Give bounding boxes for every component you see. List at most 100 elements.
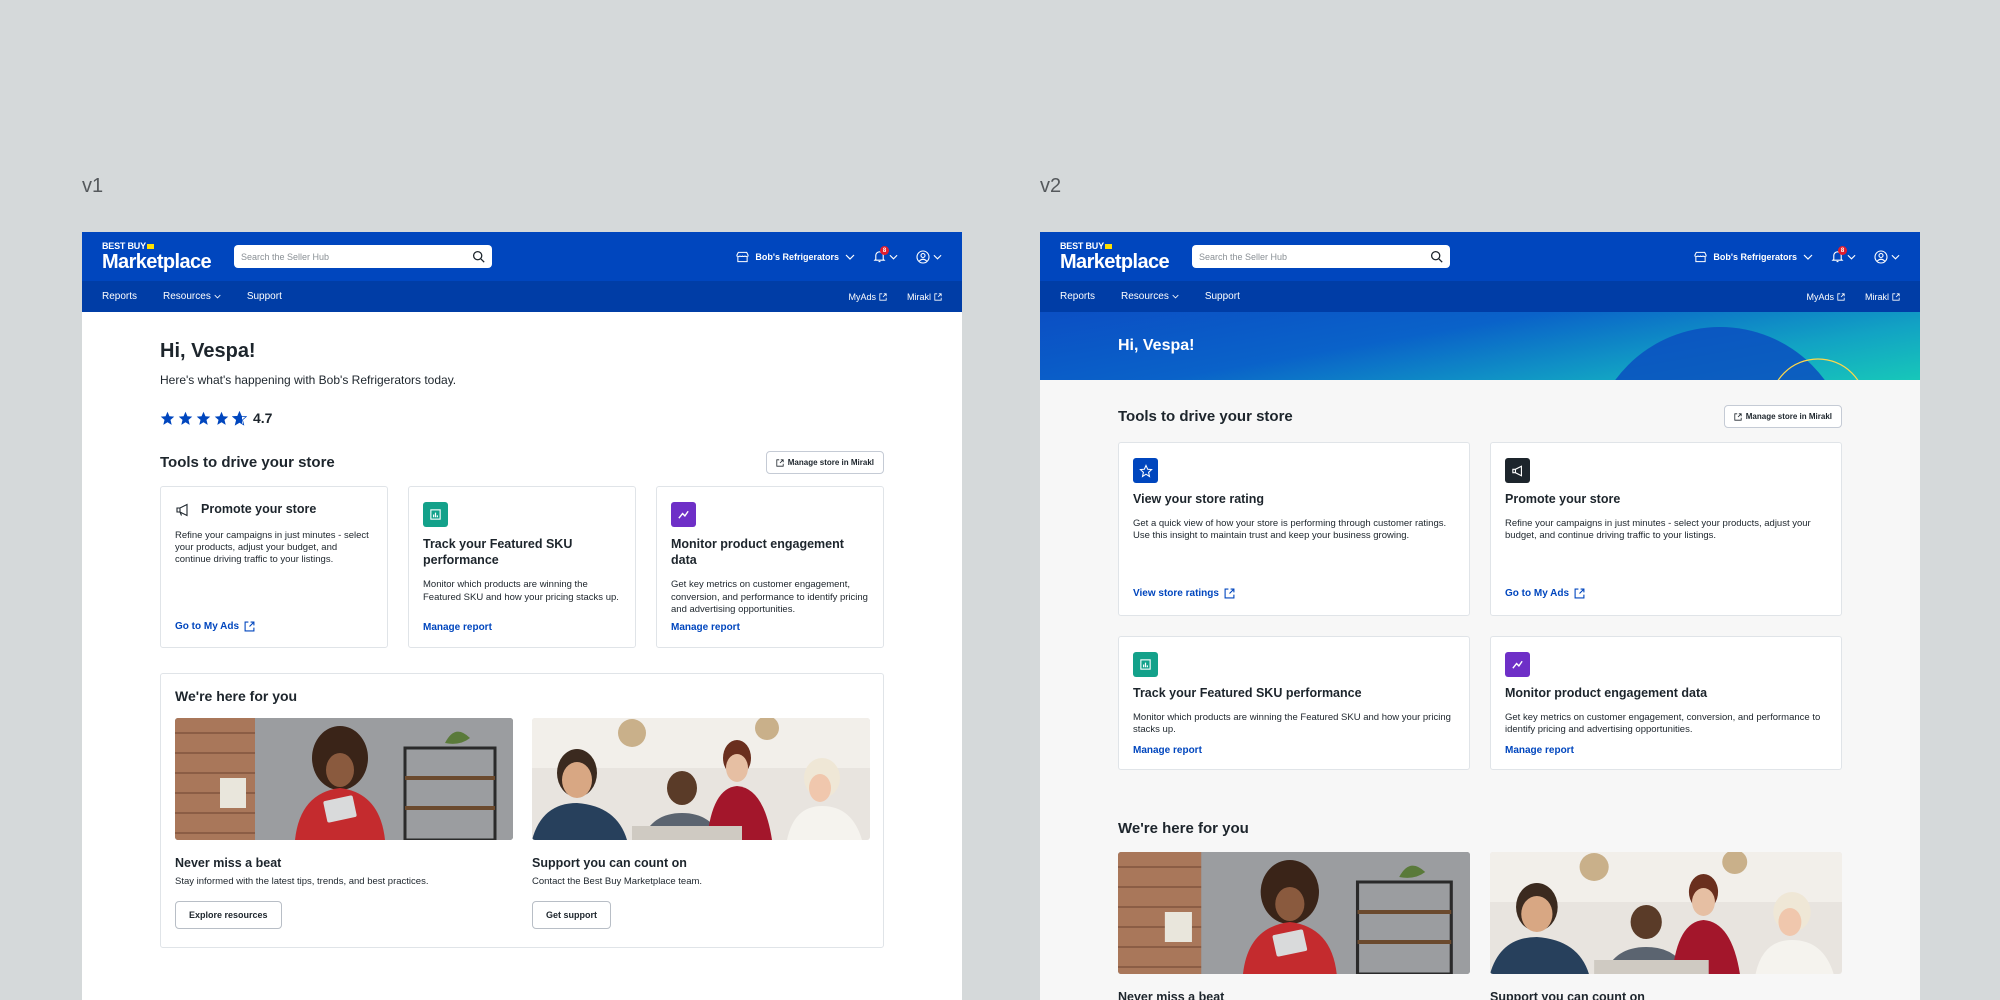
megaphone-icon (1505, 458, 1530, 483)
search-placeholder: Search the Seller Hub (241, 251, 330, 262)
marketplace-logo[interactable]: BEST BUY Marketplace (1060, 241, 1180, 273)
promote-card[interactable]: Promote your store Refine your campaigns… (160, 486, 388, 648)
top-header: BEST BUY Marketplace Search the Seller H… (1040, 232, 1920, 281)
external-link-icon (776, 458, 784, 467)
resources-title: Never miss a beat (1118, 990, 1225, 1000)
bar-chart-icon (1133, 652, 1158, 677)
store-switcher[interactable]: Bob's Refrigerators (1694, 251, 1813, 263)
search-icon[interactable] (1430, 250, 1443, 263)
search-placeholder: Search the Seller Hub (1199, 251, 1288, 262)
account-menu-button[interactable] (1874, 249, 1900, 264)
account-menu-button[interactable] (916, 249, 942, 264)
external-link-icon (1224, 588, 1235, 599)
store-rating-card[interactable]: View your store rating Get a quick view … (1118, 442, 1470, 616)
nav-support[interactable]: Support (1205, 291, 1240, 302)
engagement-card[interactable]: Monitor product engagement data Get key … (656, 486, 884, 648)
manage-store-button[interactable]: Manage store in Mirakl (1723, 405, 1842, 428)
store-name: Bob's Refrigerators (755, 251, 839, 262)
here-for-you-section: Never miss a beat Support you can count … (1118, 852, 1842, 1000)
support-tile: Support you can count on (1490, 852, 1842, 1000)
chevron-down-icon (1172, 294, 1179, 299)
notification-badge: 8 (1838, 246, 1847, 255)
trend-icon (671, 502, 696, 527)
bar-chart-icon (423, 502, 448, 527)
chevron-down-icon (1891, 254, 1900, 260)
version-label-v1: v1 (82, 175, 104, 197)
chevron-down-icon (1803, 254, 1813, 260)
support-tile: Support you can count on Contact the Bes… (532, 718, 870, 929)
nav-reports[interactable]: Reports (102, 291, 137, 302)
user-icon (916, 249, 930, 264)
explore-resources-button[interactable]: Explore resources (175, 901, 282, 929)
top-header: BEST BUY Marketplace Search the Seller H… (82, 232, 962, 281)
sku-manage-report-link[interactable]: Manage report (423, 622, 492, 633)
trend-icon (1505, 652, 1530, 677)
star-icon (196, 411, 211, 425)
user-icon (1874, 249, 1888, 264)
marketplace-logo[interactable]: BEST BUY Marketplace (102, 240, 222, 273)
engagement-manage-report-link[interactable]: Manage report (1505, 745, 1827, 756)
version-label-v2: v2 (1040, 175, 1062, 197)
store-switcher[interactable]: Bob's Refrigerators (736, 251, 855, 263)
go-to-myads-link[interactable]: Go to My Ads (175, 621, 255, 632)
engagement-manage-report-link[interactable]: Manage report (671, 622, 740, 633)
search-icon[interactable] (472, 250, 485, 263)
notifications-button[interactable]: 8 (873, 246, 898, 263)
nav-mirakl-link[interactable]: Mirakl (1865, 292, 1900, 302)
nav-reports[interactable]: Reports (1060, 291, 1095, 302)
resources-title: Never miss a beat (175, 856, 282, 870)
sku-card-title: Track your Featured SKU performance (423, 537, 573, 567)
logo-title: Marketplace (1060, 250, 1170, 273)
support-desc: Contact the Best Buy Marketplace team. (532, 876, 703, 887)
nav-resources-label: Resources (1121, 291, 1169, 302)
nav-mirakl-label: Mirakl (907, 291, 931, 302)
external-link-icon (1734, 412, 1742, 421)
here-for-you-section: We're here for you Never miss a beat Sta… (160, 673, 884, 948)
nav-resources[interactable]: Resources (163, 291, 221, 302)
sku-card-desc: Monitor which products are winning the F… (1133, 711, 1451, 735)
chevron-down-icon (933, 254, 942, 260)
engagement-card-desc: Get key metrics on customer engagement, … (1505, 711, 1821, 735)
logo-brand-text: BEST BUY (102, 240, 146, 251)
get-support-button[interactable]: Get support (532, 901, 611, 929)
tools-cards: View your store rating Get a quick view … (1118, 442, 1842, 770)
star-icon (214, 411, 229, 425)
sku-manage-report-link[interactable]: Manage report (1133, 745, 1455, 756)
support-title: Support you can count on (532, 856, 687, 870)
search-input[interactable]: Search the Seller Hub (1192, 245, 1450, 268)
store-icon (1694, 251, 1707, 262)
nav-mirakl-link[interactable]: Mirakl (907, 292, 942, 302)
external-link-icon (934, 292, 942, 301)
go-to-myads-link[interactable]: Go to My Ads (1505, 588, 1585, 599)
search-input[interactable]: Search the Seller Hub (234, 245, 492, 268)
chevron-down-icon (1847, 254, 1856, 260)
manage-store-button[interactable]: Manage store in Mirakl (765, 451, 884, 474)
featured-sku-card[interactable]: Track your Featured SKU performance Moni… (1118, 636, 1470, 770)
external-link-icon (1574, 588, 1585, 599)
notifications-button[interactable]: 8 (1831, 246, 1856, 263)
nav-support[interactable]: Support (247, 291, 282, 302)
nav-resources[interactable]: Resources (1121, 291, 1179, 302)
nav-myads-link[interactable]: MyAds (848, 292, 887, 302)
sku-card-title: Track your Featured SKU performance (1133, 686, 1362, 700)
rating-value: 4.7 (253, 410, 273, 426)
go-to-myads-label: Go to My Ads (1505, 588, 1570, 599)
v2-frame: BEST BUY Marketplace Search the Seller H… (1040, 232, 1920, 1000)
star-icon (178, 411, 193, 425)
greeting-banner: Hi, Vespa! (1040, 312, 1920, 380)
promote-card[interactable]: Promote your store Refine your campaigns… (1490, 442, 1842, 616)
logo-title: Marketplace (102, 250, 212, 273)
nav-myads-label: MyAds (848, 291, 876, 302)
engagement-card-desc: Get key metrics on customer engagement, … (671, 579, 868, 615)
engagement-card-title: Monitor product engagement data (1505, 686, 1708, 700)
view-store-ratings-link[interactable]: View store ratings (1133, 588, 1235, 599)
engagement-card[interactable]: Monitor product engagement data Get key … (1490, 636, 1842, 770)
v1-frame: BEST BUY Marketplace Search the Seller H… (82, 232, 962, 1000)
featured-sku-card[interactable]: Track your Featured SKU performance Moni… (408, 486, 636, 648)
store-rating[interactable]: 4.7 (160, 410, 884, 426)
star-icon (160, 411, 175, 425)
tools-header: Tools to drive your store Manage store i… (160, 451, 884, 474)
view-store-ratings-label: View store ratings (1133, 588, 1219, 599)
nav-myads-link[interactable]: MyAds (1806, 292, 1845, 302)
here-title: We're here for you (1118, 820, 1249, 837)
